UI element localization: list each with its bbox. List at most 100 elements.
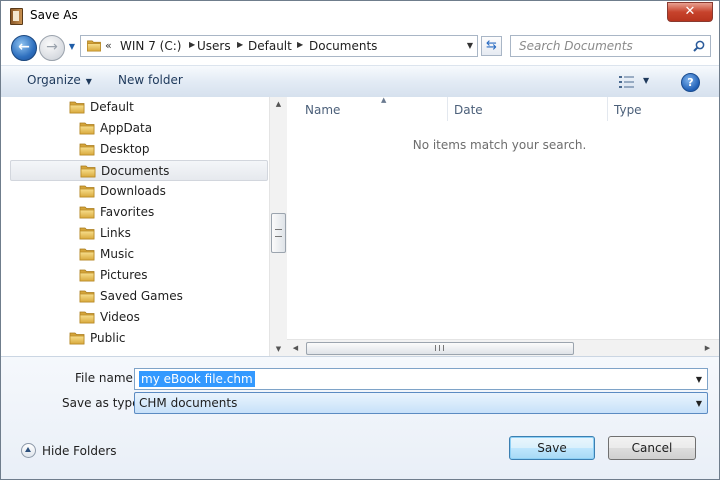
breadcrumb-default[interactable]: Default	[248, 39, 292, 53]
search-input[interactable]: Search Documents	[510, 35, 711, 57]
tree-item-label: Public	[90, 331, 126, 345]
tree-item-favorites[interactable]: Favorites	[1, 202, 268, 223]
organize-button[interactable]: Organize ▼	[27, 73, 92, 87]
tree-item-videos[interactable]: Videos	[1, 307, 268, 328]
chevron-down-icon: ▼	[68, 42, 76, 51]
folder-icon	[79, 310, 95, 324]
tree-item-appdata[interactable]: AppData	[1, 118, 268, 139]
tree-item-links[interactable]: Links	[1, 223, 268, 244]
tree-item-desktop[interactable]: Desktop	[1, 139, 268, 160]
new-folder-button[interactable]: New folder	[118, 73, 183, 87]
address-overflow[interactable]: «	[105, 39, 112, 52]
file-list-pane: ▲ Name Date Type No items match your sea…	[287, 97, 719, 338]
book-icon	[10, 8, 23, 25]
chevron-up-icon	[21, 443, 36, 458]
tree-item-label: Links	[100, 226, 131, 240]
tree-item-label: Documents	[101, 164, 170, 178]
address-dropdown-icon[interactable]: ▼	[467, 41, 473, 50]
breadcrumb-drive[interactable]: WIN 7 (C:)	[120, 39, 181, 53]
window-title: Save As	[30, 8, 78, 22]
scroll-left-icon[interactable]: ◀	[287, 341, 304, 355]
save-type-select[interactable]: CHM documents ▼	[134, 392, 708, 414]
column-header-date[interactable]: Date	[448, 97, 607, 121]
tree-item-label: Pictures	[100, 268, 148, 282]
scroll-thumb[interactable]	[271, 213, 286, 253]
tree-item-label: Saved Games	[100, 289, 183, 303]
view-dropdown-icon[interactable]: ▼	[643, 76, 649, 85]
file-name-input[interactable]: my eBook file.chm ▼	[134, 368, 708, 390]
address-bar[interactable]: « WIN 7 (C:) ▶ Users ▶ Default ▶ Documen…	[80, 35, 478, 57]
help-icon: ?	[687, 76, 694, 89]
grip-icon	[435, 345, 444, 351]
back-button[interactable]: ←	[11, 35, 37, 61]
view-options-icon[interactable]	[618, 75, 636, 89]
folder-icon	[79, 268, 95, 282]
title-bar: Save As ✕	[1, 1, 719, 31]
tree-item-music[interactable]: Music	[1, 244, 268, 265]
column-header-label: Date	[454, 103, 483, 117]
folder-icon	[79, 205, 95, 219]
tree-item-pictures[interactable]: Pictures	[1, 265, 268, 286]
hide-folders-label: Hide Folders	[42, 444, 117, 458]
command-toolbar: Organize ▼ New folder ▼ ?	[1, 65, 719, 98]
tree-item-label: Downloads	[100, 184, 166, 198]
breadcrumb-chevron-icon[interactable]: ▶	[189, 40, 195, 49]
tree-item-label: Desktop	[100, 142, 150, 156]
folder-icon	[79, 142, 95, 156]
tree-item-label: Default	[90, 100, 134, 114]
save-as-dialog: Save As ✕ ← → ▼ « WIN 7 (C:) ▶ Users ▶ D…	[0, 0, 720, 480]
tree-item-downloads[interactable]: Downloads	[1, 181, 268, 202]
scroll-thumb[interactable]	[306, 342, 574, 355]
tree-item-label: Music	[100, 247, 135, 261]
hide-folders-button[interactable]: Hide Folders	[21, 443, 117, 458]
tree-item-public[interactable]: Public	[1, 328, 268, 349]
tree-item-label: Videos	[100, 310, 140, 324]
tree-item-saved-games[interactable]: Saved Games	[1, 286, 268, 307]
close-button[interactable]: ✕	[667, 2, 713, 22]
save-button[interactable]: Save	[509, 436, 595, 460]
column-header-type[interactable]: Type	[608, 97, 719, 121]
scroll-down-icon[interactable]: ▼	[270, 342, 287, 356]
breadcrumb-users[interactable]: Users	[197, 39, 231, 53]
file-name-label: File name:	[75, 371, 137, 385]
chevron-down-icon[interactable]: ▼	[696, 375, 702, 384]
breadcrumb-chevron-icon[interactable]: ▶	[237, 40, 243, 49]
help-button[interactable]: ?	[681, 73, 700, 92]
cancel-button[interactable]: Cancel	[608, 436, 696, 460]
forward-button[interactable]: →	[39, 35, 65, 61]
breadcrumb-chevron-icon[interactable]: ▶	[297, 40, 303, 49]
refresh-button[interactable]: ⇆	[481, 36, 502, 56]
folder-icon	[79, 226, 95, 240]
search-placeholder: Search Documents	[519, 39, 633, 53]
horizontal-scrollbar[interactable]: ◀ ▶	[287, 339, 719, 357]
save-type-value: CHM documents	[139, 396, 238, 410]
tree-item-default[interactable]: Default	[1, 97, 268, 118]
folder-icon	[79, 289, 95, 303]
folder-icon	[79, 184, 95, 198]
column-header-label: Type	[614, 103, 642, 117]
refresh-icon: ⇆	[486, 38, 497, 53]
close-icon: ✕	[684, 4, 696, 19]
chevron-down-icon: ▼	[695, 399, 702, 408]
search-icon[interactable]	[693, 40, 705, 52]
folder-icon	[69, 100, 85, 114]
folder-icon	[80, 164, 96, 178]
column-header-name[interactable]: ▲ Name	[299, 97, 447, 121]
scroll-right-icon[interactable]: ▶	[699, 341, 716, 355]
tree-item-documents[interactable]: Documents	[10, 160, 268, 181]
breadcrumb-documents[interactable]: Documents	[309, 39, 377, 53]
save-type-label: Save as type:	[62, 396, 144, 410]
file-name-value[interactable]: my eBook file.chm	[139, 371, 255, 387]
column-header-label: Name	[305, 103, 341, 117]
navigation-scrollbar[interactable]: ▲ ▼	[269, 97, 287, 356]
chevron-down-icon: ▼	[85, 77, 92, 86]
save-options-panel: File name: my eBook file.chm ▼ Save as t…	[1, 356, 719, 479]
folder-icon	[79, 247, 95, 261]
sort-ascending-icon: ▲	[381, 97, 387, 104]
scroll-up-icon[interactable]: ▲	[270, 97, 287, 111]
arrow-right-icon: →	[46, 39, 58, 55]
folder-icon	[79, 121, 95, 135]
folder-icon	[86, 39, 102, 52]
recent-pages-dropdown[interactable]: ▼	[67, 42, 77, 52]
folder-icon	[69, 331, 85, 345]
